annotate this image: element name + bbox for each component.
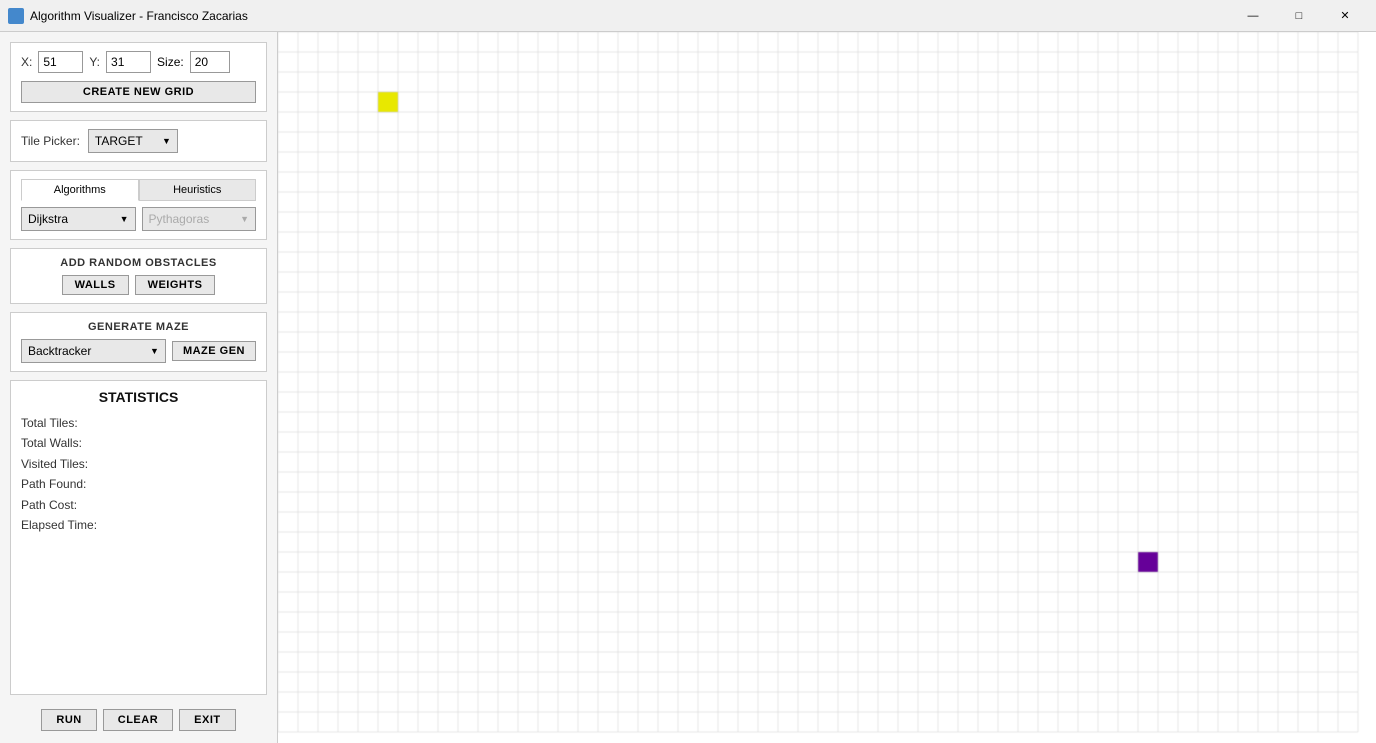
tile-picker-section: Tile Picker: TARGET ▼	[10, 120, 267, 162]
stat-total-walls: Total Walls:	[21, 433, 256, 453]
grid-controls-row: X: Y: Size:	[21, 51, 256, 73]
tab-algorithms[interactable]: Algorithms	[21, 179, 139, 201]
title-bar-left: Algorithm Visualizer - Francisco Zacaria…	[8, 8, 248, 24]
maze-gen-button[interactable]: MAZE GEN	[172, 341, 256, 361]
close-button[interactable]: ✕	[1322, 0, 1368, 32]
size-label: Size:	[157, 55, 184, 69]
title-bar: Algorithm Visualizer - Francisco Zacaria…	[0, 0, 1376, 32]
size-input[interactable]	[190, 51, 230, 73]
maze-dropdown[interactable]: Backtracker ▼	[21, 339, 166, 363]
tile-picker-dropdown[interactable]: TARGET ▼	[88, 129, 178, 153]
tile-picker-label: Tile Picker:	[21, 134, 80, 148]
create-grid-button[interactable]: CREATE NEW GRID	[21, 81, 256, 103]
maze-select-wrap: Backtracker ▼	[21, 339, 166, 363]
algo-select-wrap: Dijkstra ▼	[21, 207, 136, 231]
tab-heuristics[interactable]: Heuristics	[139, 179, 257, 201]
grid-area[interactable]	[278, 32, 1376, 743]
algo-selects-row: Dijkstra ▼ Pythagoras ▼	[21, 207, 256, 231]
obstacles-buttons: WALLS WEIGHTS	[21, 275, 256, 295]
heuristic-dropdown[interactable]: Pythagoras ▼	[142, 207, 257, 231]
stat-path-found: Path Found:	[21, 474, 256, 494]
obstacles-title: ADD RANDOM OBSTACLES	[21, 257, 256, 269]
tile-picker-value: TARGET	[95, 134, 143, 148]
algo-value: Dijkstra	[28, 212, 68, 226]
tile-picker-row: Tile Picker: TARGET ▼	[21, 129, 256, 153]
app-icon	[8, 8, 24, 24]
maze-section: GENERATE MAZE Backtracker ▼ MAZE GEN	[10, 312, 267, 372]
window-title: Algorithm Visualizer - Francisco Zacaria…	[30, 9, 248, 23]
maze-controls-row: Backtracker ▼ MAZE GEN	[21, 339, 256, 363]
main-layout: X: Y: Size: CREATE NEW GRID Tile Picker:…	[0, 32, 1376, 743]
algorithms-section: Algorithms Heuristics Dijkstra ▼ Pythago…	[10, 170, 267, 240]
title-bar-controls: — □ ✕	[1230, 0, 1368, 32]
stat-total-tiles: Total Tiles:	[21, 413, 256, 433]
clear-button[interactable]: CLEAR	[103, 709, 173, 731]
maze-value: Backtracker	[28, 344, 91, 358]
weights-button[interactable]: WEIGHTS	[135, 275, 216, 295]
stat-visited-tiles: Visited Tiles:	[21, 454, 256, 474]
algo-tabs: Algorithms Heuristics	[21, 179, 256, 201]
x-label: X:	[21, 55, 32, 69]
maze-title: GENERATE MAZE	[21, 321, 256, 333]
x-input[interactable]	[38, 51, 83, 73]
statistics-title: STATISTICS	[21, 389, 256, 405]
minimize-button[interactable]: —	[1230, 0, 1276, 32]
stat-path-cost: Path Cost:	[21, 495, 256, 515]
run-button[interactable]: RUN	[41, 709, 96, 731]
statistics-section: STATISTICS Total Tiles: Total Walls: Vis…	[10, 380, 267, 695]
maze-arrow: ▼	[144, 346, 159, 356]
y-input[interactable]	[106, 51, 151, 73]
grid-canvas[interactable]	[278, 32, 1376, 743]
walls-button[interactable]: WALLS	[62, 275, 129, 295]
obstacles-section: ADD RANDOM OBSTACLES WALLS WEIGHTS	[10, 248, 267, 304]
bottom-buttons: RUN CLEAR EXIT	[10, 703, 267, 733]
y-label: Y:	[89, 55, 100, 69]
grid-controls-section: X: Y: Size: CREATE NEW GRID	[10, 42, 267, 112]
tile-picker-arrow: ▼	[156, 136, 171, 146]
heuristic-arrow: ▼	[234, 214, 249, 224]
left-panel: X: Y: Size: CREATE NEW GRID Tile Picker:…	[0, 32, 278, 743]
exit-button[interactable]: EXIT	[179, 709, 235, 731]
stat-elapsed-time: Elapsed Time:	[21, 515, 256, 535]
heuristic-value: Pythagoras	[149, 212, 210, 226]
algo-dropdown[interactable]: Dijkstra ▼	[21, 207, 136, 231]
maximize-button[interactable]: □	[1276, 0, 1322, 32]
algo-arrow: ▼	[114, 214, 129, 224]
heuristic-select-wrap: Pythagoras ▼	[142, 207, 257, 231]
